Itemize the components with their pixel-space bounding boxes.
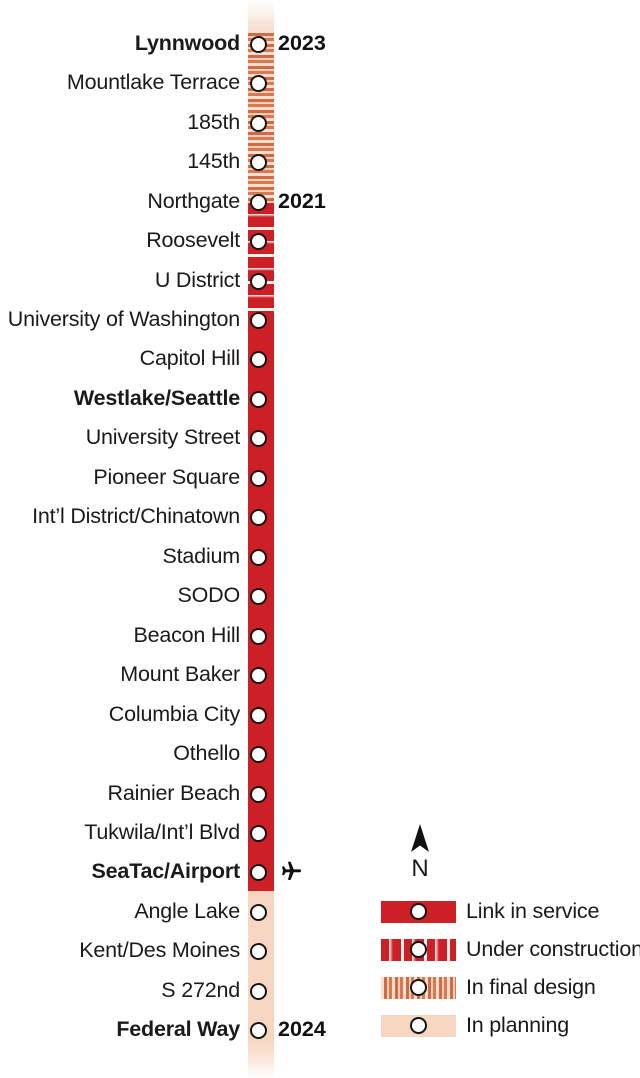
station-dot[interactable] [250,666,267,684]
station-label[interactable]: Kent/Des Moines [79,939,240,962]
route-segment-5 [248,1041,274,1078]
station-dot[interactable] [250,627,267,645]
north-arrow-icon [398,823,442,853]
station-dot[interactable] [250,469,267,487]
legend-station-dot [410,903,427,921]
legend-item: In final design [381,969,640,1007]
station-dot[interactable] [250,1021,267,1039]
compass-label: N [411,855,429,882]
legend-label: In planning [466,1013,570,1037]
route-segment-2 [248,203,274,311]
station-dot[interactable] [250,272,267,290]
station-dot[interactable] [250,903,267,921]
station-label[interactable]: Stadium [163,545,241,568]
station-year-label: 2023 [278,31,326,55]
station-label[interactable]: Northgate [147,190,240,213]
station-dot[interactable] [250,548,267,566]
airplane-icon [276,857,304,885]
station-label[interactable]: 185th [187,111,240,134]
station-dot[interactable] [250,587,267,605]
station-dot[interactable] [250,745,267,763]
route-segment-0 [248,0,274,30]
station-label[interactable]: SODO [177,584,240,607]
station-dot[interactable] [250,153,267,171]
station-label[interactable]: Mount Baker [120,663,240,686]
station-year-label: 2021 [278,189,326,213]
station-dot[interactable] [250,706,267,724]
legend-label: Link in service [466,899,600,923]
legend-swatch-under-construction [381,939,456,961]
legend-item: Under construction [381,931,640,969]
legend-swatch-in-planning [381,1015,456,1037]
legend-swatch-in-final-design [381,977,456,999]
station-dot[interactable] [250,508,267,526]
station-label[interactable]: Lynnwood [135,32,240,55]
station-dot[interactable] [250,942,267,960]
station-label[interactable]: Pioneer Square [93,466,240,489]
legend-station-dot [410,941,427,959]
station-label[interactable]: Angle Lake [134,900,240,923]
station-label[interactable]: Rainier Beach [108,782,241,805]
station-dot[interactable] [250,35,267,53]
station-label[interactable]: Beacon Hill [133,624,240,647]
station-label[interactable]: Int’l District/Chinatown [32,505,240,528]
legend-label: Under construction [466,937,640,961]
station-dot[interactable] [250,350,267,368]
station-dot[interactable] [250,74,267,92]
station-dot[interactable] [250,429,267,447]
legend-station-dot [410,1017,427,1035]
station-dot[interactable] [250,982,267,1000]
station-label[interactable]: Columbia City [109,703,240,726]
station-dot[interactable] [250,824,267,842]
station-label[interactable]: University of Washington [8,308,240,331]
legend-swatch-in-service [381,901,456,923]
station-dot[interactable] [250,232,267,250]
station-label[interactable]: Tukwila/Int’l Blvd [84,821,240,844]
station-label[interactable]: Roosevelt [146,229,240,252]
station-label[interactable]: S 272nd [161,979,240,1002]
legend-item: Link in service [381,893,640,931]
legend: Link in service Under construction In fina… [381,893,640,1045]
station-year-label: 2024 [278,1017,326,1041]
compass: N [398,823,442,883]
station-label[interactable]: Westlake/Seattle [74,387,240,410]
legend-label: In final design [466,975,596,999]
station-dot[interactable] [250,390,267,408]
station-dot[interactable] [250,311,267,329]
station-label[interactable]: Mountlake Terrace [67,71,240,94]
station-dot[interactable] [250,785,267,803]
station-label[interactable]: University Street [86,426,241,449]
station-label[interactable]: U District [155,269,240,292]
station-label[interactable]: 145th [187,150,240,173]
legend-item: In planning [381,1007,640,1045]
station-label[interactable]: Othello [173,742,240,765]
station-dot[interactable] [250,114,267,132]
station-dot[interactable] [250,193,267,211]
legend-station-dot [410,979,427,997]
station-label[interactable]: SeaTac/Airport [91,860,240,883]
station-label[interactable]: Federal Way [116,1018,240,1041]
station-label[interactable]: Capitol Hill [140,347,241,370]
station-dot[interactable] [250,863,267,881]
